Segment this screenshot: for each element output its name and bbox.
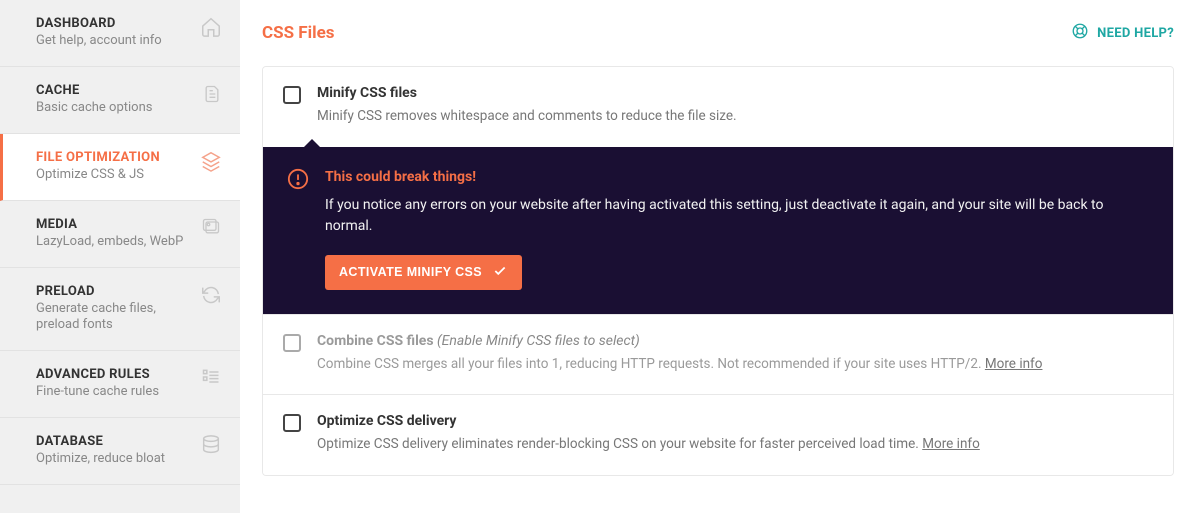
setting-desc: Optimize CSS delivery eliminates render-… bbox=[317, 435, 1153, 455]
main-content: CSS Files NEED HELP? Minify CSS files Mi… bbox=[240, 0, 1196, 513]
setting-title: Combine CSS files (Enable Minify CSS fil… bbox=[317, 333, 1153, 349]
document-icon bbox=[202, 83, 222, 109]
setting-desc: Combine CSS merges all your files into 1… bbox=[317, 355, 1153, 375]
sidebar-item-database[interactable]: DATABASE Optimize, reduce bloat bbox=[0, 418, 240, 485]
button-label: ACTIVATE MINIFY CSS bbox=[339, 265, 482, 279]
warning-callout: This could break things! If you notice a… bbox=[263, 147, 1173, 314]
nav-sub: Fine-tune cache rules bbox=[36, 384, 194, 401]
checkbox-minify-css[interactable] bbox=[283, 86, 301, 104]
nav-sub: Get help, account info bbox=[36, 33, 194, 50]
warning-icon bbox=[287, 168, 309, 194]
page-title: CSS Files bbox=[262, 23, 335, 43]
list-icon bbox=[200, 367, 222, 391]
sidebar: DASHBOARD Get help, account info CACHE B… bbox=[0, 0, 240, 513]
nav-title: ADVANCED RULES bbox=[36, 367, 194, 382]
sidebar-item-dashboard[interactable]: DASHBOARD Get help, account info bbox=[0, 0, 240, 67]
home-icon bbox=[200, 16, 222, 42]
page-header: CSS Files NEED HELP? bbox=[262, 22, 1174, 44]
need-help-link[interactable]: NEED HELP? bbox=[1071, 22, 1174, 44]
nav-title: CACHE bbox=[36, 83, 196, 98]
nav-title: DASHBOARD bbox=[36, 16, 194, 31]
setting-title: Minify CSS files bbox=[317, 85, 1153, 101]
setting-optimize-css-delivery: Optimize CSS delivery Optimize CSS deliv… bbox=[263, 394, 1173, 475]
nav-sub: LazyLoad, embeds, WebP bbox=[36, 234, 194, 251]
activate-minify-css-button[interactable]: ACTIVATE MINIFY CSS bbox=[325, 255, 522, 290]
more-info-link[interactable]: More info bbox=[922, 436, 980, 452]
nav-title: MEDIA bbox=[36, 217, 194, 232]
callout-text: If you notice any errors on your website… bbox=[325, 195, 1149, 237]
sidebar-item-advanced-rules[interactable]: ADVANCED RULES Fine-tune cache rules bbox=[0, 351, 240, 418]
layers-icon bbox=[200, 150, 222, 176]
nav-title: PRELOAD bbox=[36, 284, 194, 299]
nav-sub: Optimize CSS & JS bbox=[36, 167, 194, 184]
nav-sub: Generate cache files, preload fonts bbox=[36, 301, 194, 335]
sidebar-item-media[interactable]: MEDIA LazyLoad, embeds, WebP bbox=[0, 201, 240, 268]
refresh-icon bbox=[200, 284, 222, 310]
setting-title-text: Combine CSS files bbox=[317, 333, 434, 349]
images-icon bbox=[200, 217, 222, 241]
setting-desc-text: Combine CSS merges all your files into 1… bbox=[317, 356, 985, 372]
help-label: NEED HELP? bbox=[1097, 26, 1174, 41]
check-icon bbox=[492, 264, 508, 281]
sidebar-item-preload[interactable]: PRELOAD Generate cache files, preload fo… bbox=[0, 268, 240, 352]
nav-sub: Optimize, reduce bloat bbox=[36, 451, 194, 468]
more-info-link[interactable]: More info bbox=[985, 356, 1043, 372]
setting-desc: Minify CSS removes whitespace and commen… bbox=[317, 107, 1153, 127]
sidebar-item-cache[interactable]: CACHE Basic cache options bbox=[0, 67, 240, 134]
setting-title: Optimize CSS delivery bbox=[317, 413, 1153, 429]
css-settings-panel: Minify CSS files Minify CSS removes whit… bbox=[262, 66, 1174, 476]
checkbox-optimize-css[interactable] bbox=[283, 414, 301, 432]
nav-title: DATABASE bbox=[36, 434, 194, 449]
setting-hint: (Enable Minify CSS files to select) bbox=[437, 333, 640, 349]
callout-title: This could break things! bbox=[325, 169, 1149, 185]
nav-title: FILE OPTIMIZATION bbox=[36, 150, 194, 165]
setting-desc-text: Optimize CSS delivery eliminates render-… bbox=[317, 436, 922, 452]
database-icon bbox=[200, 434, 222, 460]
help-icon bbox=[1071, 22, 1089, 44]
checkbox-combine-css bbox=[283, 334, 301, 352]
setting-combine-css: Combine CSS files (Enable Minify CSS fil… bbox=[263, 314, 1173, 395]
sidebar-item-file-optimization[interactable]: FILE OPTIMIZATION Optimize CSS & JS bbox=[0, 134, 240, 201]
setting-minify-css: Minify CSS files Minify CSS removes whit… bbox=[263, 67, 1173, 147]
nav-sub: Basic cache options bbox=[36, 100, 196, 117]
